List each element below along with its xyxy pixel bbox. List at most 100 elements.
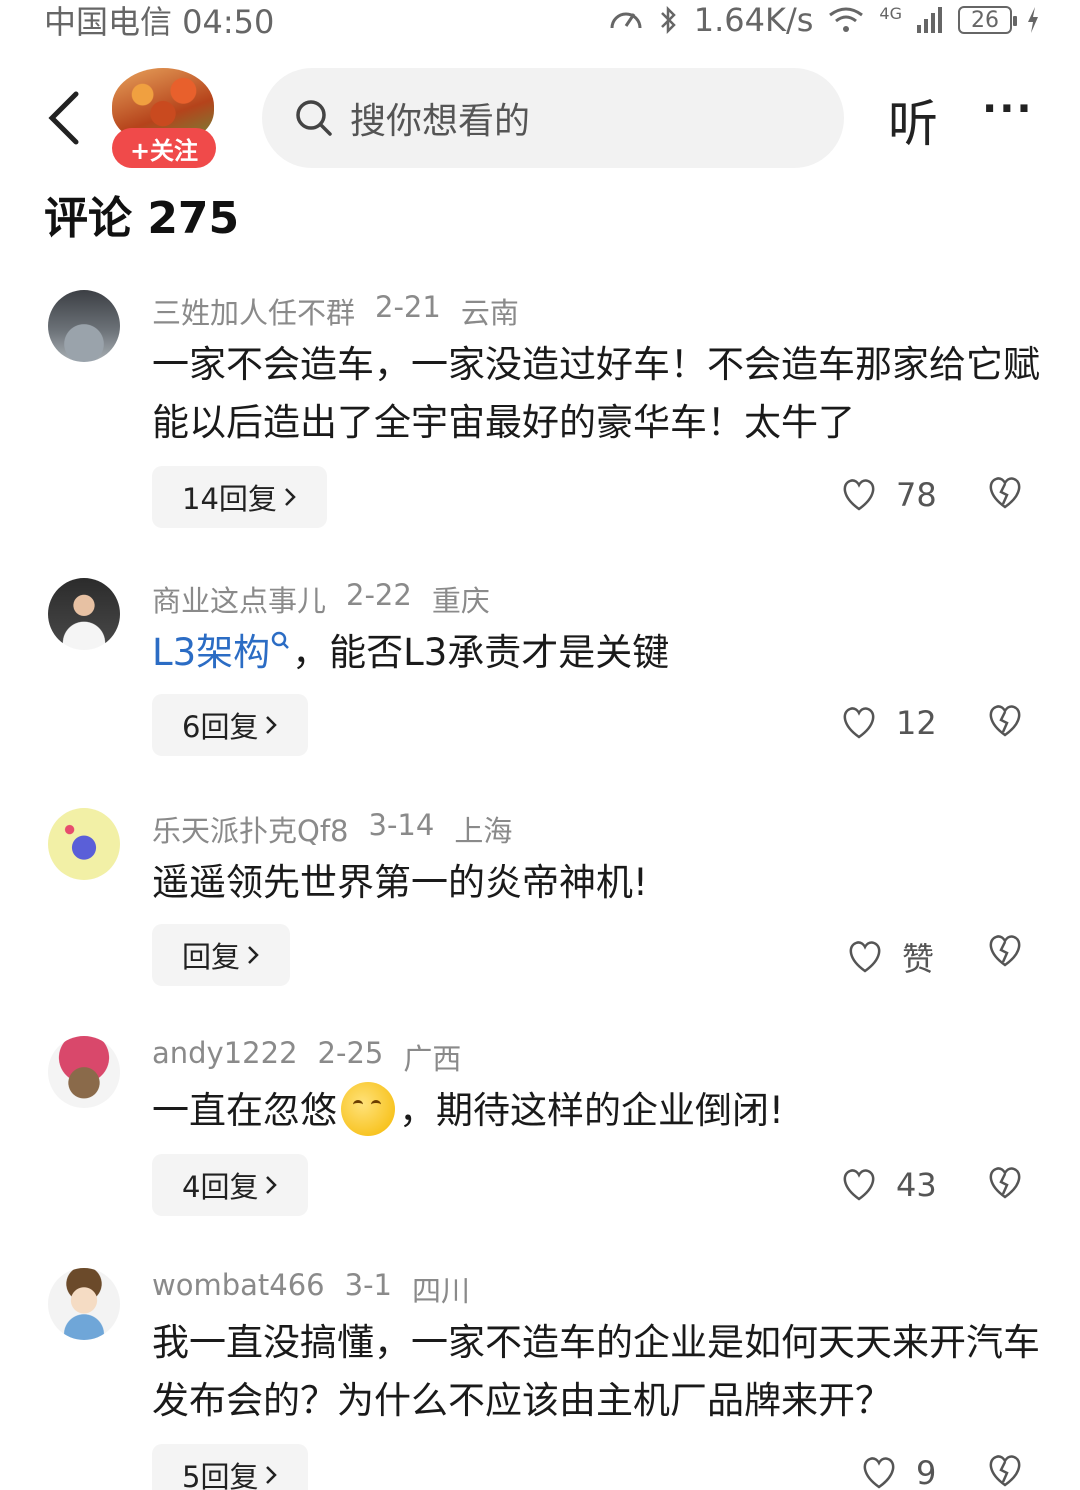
dislike-button[interactable] bbox=[986, 476, 1024, 514]
heart-icon bbox=[849, 941, 881, 973]
avatar[interactable] bbox=[48, 578, 120, 650]
like-count: 78 bbox=[896, 476, 937, 514]
reply-count: 6回复 bbox=[182, 710, 259, 744]
chevron-right-icon bbox=[285, 488, 296, 506]
page: 中国电信 04:50 1.64K/s 4G 26 +关注 搜你想看的 听 ···… bbox=[0, 0, 1080, 1490]
like-button[interactable]: 12 bbox=[840, 704, 937, 742]
chevron-right-icon bbox=[248, 946, 259, 964]
dislike-button[interactable] bbox=[986, 704, 1024, 742]
comment-text[interactable]: 遥遥领先世界第一的炎帝神机! bbox=[152, 854, 1042, 912]
comment-username[interactable]: wombat466 bbox=[152, 1268, 325, 1310]
comment-text-rest: ，能否L3承责才是关键 bbox=[292, 631, 670, 674]
comment-username[interactable]: andy1222 bbox=[152, 1036, 298, 1078]
broken-heart-icon bbox=[989, 705, 1021, 737]
comment-text[interactable]: 我一直没搞懂，一家不造车的企业是如何天天来开汽车发布会的？为什么不应该由主机厂品… bbox=[152, 1314, 1042, 1430]
thinking-emoji-icon bbox=[341, 1081, 395, 1136]
search-icon bbox=[296, 100, 332, 136]
network-speed: 1.64K/s bbox=[693, 1, 814, 39]
avatar[interactable] bbox=[48, 808, 120, 880]
comment-location: 广西 bbox=[403, 1042, 462, 1076]
data-saver-icon bbox=[610, 12, 642, 29]
like-count: 12 bbox=[896, 704, 937, 742]
search-link-icon bbox=[271, 631, 290, 649]
dislike-button[interactable] bbox=[986, 1166, 1024, 1204]
chevron-right-icon bbox=[266, 1466, 278, 1484]
chevron-left-icon bbox=[48, 91, 79, 145]
comment-text[interactable]: 一直在忽悠 ，期待这样的企业倒闭! bbox=[152, 1081, 1042, 1140]
more-button[interactable]: ··· bbox=[982, 86, 1034, 132]
like-button[interactable]: 赞 bbox=[846, 934, 934, 980]
like-count: 赞 bbox=[902, 940, 935, 978]
comment-location: 云南 bbox=[460, 296, 519, 330]
comment-meta: andy1222 2-25 广西 bbox=[152, 1036, 461, 1078]
like-button[interactable]: 9 bbox=[860, 1454, 936, 1490]
like-button[interactable]: 43 bbox=[840, 1166, 937, 1204]
comments-title: 评论 275 bbox=[44, 193, 240, 244]
comment-username[interactable]: 商业这点事儿 bbox=[152, 578, 326, 620]
comment-meta: wombat466 3-1 四川 bbox=[152, 1268, 470, 1310]
signal-icon bbox=[917, 7, 942, 33]
chevron-right-icon bbox=[266, 716, 278, 734]
reply-button[interactable]: 回复 bbox=[152, 924, 291, 986]
comment-username[interactable]: 乐天派扑克Qf8 bbox=[152, 808, 349, 850]
comment-item: 三姓加人任不群 2-21 云南 一家不会造车，一家没造过好车！不会造车那家给它赋… bbox=[0, 290, 1080, 540]
comment-meta: 商业这点事儿 2-22 重庆 bbox=[152, 578, 490, 620]
search-placeholder: 搜你想看的 bbox=[350, 101, 531, 142]
reply-count: 14回复 bbox=[182, 482, 277, 516]
reply-button[interactable]: 14回复 bbox=[152, 466, 327, 528]
comment-date: 3-1 bbox=[344, 1268, 392, 1302]
like-button[interactable]: 78 bbox=[840, 476, 937, 514]
reply-count: 回复 bbox=[182, 940, 241, 974]
comment-meta: 乐天派扑克Qf8 3-14 上海 bbox=[152, 808, 512, 850]
heart-icon bbox=[843, 1169, 875, 1201]
reply-count: 4回复 bbox=[182, 1170, 259, 1204]
search-link[interactable]: L3架构 bbox=[152, 631, 270, 674]
avatar[interactable] bbox=[48, 290, 120, 362]
status-bar: 中国电信 04:50 1.64K/s 4G 26 bbox=[0, 0, 1080, 41]
wifi-icon bbox=[829, 7, 864, 32]
comment-date: 2-22 bbox=[346, 578, 412, 612]
avatar[interactable] bbox=[48, 1036, 120, 1108]
broken-heart-icon bbox=[989, 1455, 1021, 1487]
dislike-button[interactable] bbox=[986, 1454, 1024, 1490]
like-count: 43 bbox=[896, 1166, 937, 1204]
comment-date: 2-21 bbox=[375, 290, 441, 324]
charging-icon bbox=[1028, 7, 1038, 33]
comment-item: 商业这点事儿 2-22 重庆 L3架构 ，能否L3承责才是关键 6回复 12 bbox=[0, 578, 1080, 778]
bluetooth-icon bbox=[660, 5, 676, 35]
status-icons: 1.64K/s 4G 26 bbox=[608, 1, 1040, 39]
comment-item: 乐天派扑克Qf8 3-14 上海 遥遥领先世界第一的炎帝神机! 回复 赞 bbox=[0, 808, 1080, 1008]
reply-button[interactable]: 4回复 bbox=[152, 1154, 309, 1216]
reply-count: 5回复 bbox=[182, 1460, 259, 1490]
comment-text[interactable]: 一家不会造车，一家没造过好车！不会造车那家给它赋能以后造出了全宇宙最好的豪华车！… bbox=[152, 336, 1042, 452]
comment-text[interactable]: L3架构 ，能否L3承责才是关键 bbox=[152, 624, 1042, 682]
comment-text-after: ，期待这样的企业倒闭! bbox=[399, 1089, 784, 1132]
carrier-time: 中国电信 04:50 bbox=[44, 3, 275, 41]
dislike-button[interactable] bbox=[986, 934, 1024, 972]
reply-button[interactable]: 6回复 bbox=[152, 694, 309, 756]
header: +关注 搜你想看的 听 ··· bbox=[0, 66, 1080, 172]
comment-location: 上海 bbox=[454, 814, 513, 848]
comment-item: andy1222 2-25 广西 一直在忽悠 ，期待这样的企业倒闭! 4回复 43 bbox=[0, 1036, 1080, 1236]
signal-label: 4G bbox=[879, 3, 902, 23]
battery-indicator: 26 bbox=[958, 6, 1017, 34]
comment-date: 3-14 bbox=[368, 808, 435, 842]
heart-icon bbox=[843, 479, 875, 511]
follow-button[interactable]: +关注 bbox=[112, 128, 216, 168]
back-button[interactable] bbox=[38, 88, 88, 148]
broken-heart-icon bbox=[989, 477, 1021, 509]
comment-text-before: 一直在忽悠 bbox=[152, 1089, 337, 1132]
avatar[interactable] bbox=[48, 1268, 120, 1340]
comment-item: wombat466 3-1 四川 我一直没搞懂，一家不造车的企业是如何天天来开汽… bbox=[0, 1268, 1080, 1490]
comment-location: 重庆 bbox=[431, 584, 490, 618]
heart-icon bbox=[843, 707, 875, 739]
listen-button[interactable]: 听 bbox=[888, 84, 938, 156]
like-count: 9 bbox=[916, 1454, 937, 1490]
broken-heart-icon bbox=[989, 1167, 1021, 1199]
chevron-right-icon bbox=[266, 1176, 278, 1194]
comment-meta: 三姓加人任不群 2-21 云南 bbox=[152, 290, 519, 332]
search-input[interactable]: 搜你想看的 bbox=[262, 68, 844, 168]
comment-username[interactable]: 三姓加人任不群 bbox=[152, 290, 355, 332]
reply-button[interactable]: 5回复 bbox=[152, 1444, 309, 1490]
comment-location: 四川 bbox=[412, 1274, 471, 1308]
